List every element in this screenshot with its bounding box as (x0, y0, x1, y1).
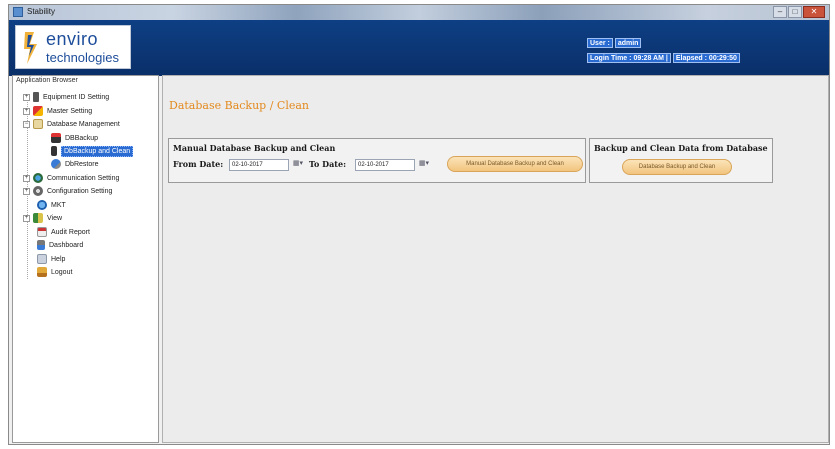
gear-icon (33, 186, 43, 196)
tree-item-label: DBBackup (65, 134, 99, 142)
separator: | (665, 55, 668, 62)
database-backup-icon (51, 133, 61, 143)
tree-item-label: Configuration Setting (47, 187, 113, 195)
application-browser: Application Browser + Equipment ID Setti… (12, 75, 159, 443)
tree-item-dashboard[interactable]: Dashboard (37, 239, 83, 251)
login-time-label: Login Time : (590, 55, 632, 62)
close-button[interactable]: ✕ (803, 6, 825, 18)
auto-backup-title: Backup and Clean Data from Database (594, 143, 768, 153)
master-setting-icon (33, 106, 43, 116)
elapsed-label: Elapsed : (675, 55, 707, 62)
tree-item-audit-report[interactable]: Audit Report (37, 226, 90, 238)
logo-text-enviro: enviro (46, 29, 99, 49)
database-clean-icon (51, 146, 57, 156)
tree-item-label: MKT (51, 201, 66, 209)
login-time: Login Time : 09:28 AM | (587, 53, 671, 63)
tree-item-label: Equipment ID Setting (43, 93, 110, 101)
browser-title: Application Browser (16, 77, 78, 84)
tree-item-master-setting[interactable]: + Master Setting (23, 105, 92, 117)
tree-item-equipment-id-setting[interactable]: + Equipment ID Setting (23, 91, 109, 103)
tree-item-configuration-setting[interactable]: + Configuration Setting (23, 185, 112, 197)
tree-item-label: DbRestore (65, 160, 99, 168)
window-controls: – □ ✕ (773, 6, 825, 18)
help-icon (37, 254, 47, 264)
expand-icon[interactable]: + (23, 93, 30, 101)
globe-icon (37, 200, 47, 210)
page-title: Database Backup / Clean (169, 99, 309, 112)
auto-backup-group: Backup and Clean Data from Database Data… (589, 138, 773, 183)
tree-item-label: Help (51, 255, 66, 263)
tree-item-label: Master Setting (47, 107, 93, 115)
from-calendar-icon[interactable]: ▦▾ (290, 159, 306, 171)
tree-item-logout[interactable]: Logout (37, 266, 72, 278)
expand-icon[interactable]: + (23, 174, 30, 182)
manual-backup-title: Manual Database Backup and Clean (173, 143, 336, 153)
from-date-input[interactable]: 02-10-2017 (229, 159, 289, 171)
to-date-input[interactable]: 02-10-2017 (355, 159, 415, 171)
tree-item-dbbackup[interactable]: DBBackup (51, 132, 98, 144)
elapsed-time: Elapsed : 00:29:50 (672, 53, 740, 63)
tree-item-view[interactable]: + View (23, 212, 62, 224)
database-backup-clean-button[interactable]: Database Backup and Clean (622, 159, 732, 175)
tree-item-label: Database Management (47, 120, 120, 128)
tree-item-label: Communication Setting (47, 174, 120, 182)
communication-icon (33, 173, 43, 183)
main-content: Database Backup / Clean Manual Database … (162, 75, 829, 443)
tree-item-dbbackup-and-clean[interactable]: DbBackup and Clean (51, 145, 134, 157)
title-bar[interactable]: Stability – □ ✕ (9, 5, 829, 20)
login-time-value: 09:28 AM (633, 55, 664, 62)
application-window: Stability – □ ✕ enviro technologies User… (8, 4, 830, 445)
tree-item-label: Audit Report (51, 228, 90, 236)
report-icon (37, 227, 47, 237)
expand-icon[interactable]: + (23, 187, 30, 195)
user-label: User : (587, 38, 613, 48)
app-icon (13, 7, 23, 17)
database-restore-icon (51, 159, 61, 169)
logo-text-technologies: technologies (46, 50, 119, 65)
equipment-icon (33, 92, 39, 102)
expand-icon[interactable]: + (23, 107, 30, 115)
dashboard-icon (37, 240, 45, 250)
manual-backup-clean-button[interactable]: Manual Database Backup and Clean (447, 156, 583, 172)
tree-item-dbrestore[interactable]: DbRestore (51, 158, 98, 170)
user-name: admin (614, 38, 642, 48)
collapse-icon[interactable]: − (23, 120, 30, 128)
folder-icon (33, 119, 43, 129)
window-title: Stability (27, 7, 56, 16)
maximize-button[interactable]: □ (788, 6, 802, 18)
user-info: User : admin Login Time : 09:28 AM | Elaps… (587, 38, 742, 68)
from-date-label: From Date: (173, 159, 224, 169)
minimize-button[interactable]: – (773, 6, 787, 18)
tree-item-label: Logout (51, 268, 73, 276)
to-calendar-icon[interactable]: ▦▾ (416, 159, 432, 171)
logo: enviro technologies (15, 25, 131, 69)
logo-bolt-icon (24, 32, 37, 64)
view-icon (33, 213, 43, 223)
tree-item-label: View (47, 214, 63, 222)
tree-item-help[interactable]: Help (37, 253, 65, 265)
logout-icon (37, 267, 47, 277)
tree-item-label-selected: DbBackup and Clean (61, 145, 134, 157)
elapsed-value: 00:29:50 (708, 55, 737, 62)
expand-icon[interactable]: + (23, 214, 30, 222)
app-header: enviro technologies User : admin Login Ti… (9, 20, 829, 76)
tree-item-label: Dashboard (49, 241, 84, 249)
tree-item-database-management[interactable]: − Database Management (23, 118, 120, 130)
manual-backup-group: Manual Database Backup and Clean From Da… (168, 138, 586, 183)
to-date-label: To Date: (309, 159, 347, 169)
tree-item-mkt[interactable]: MKT (37, 199, 66, 211)
tree-item-communication-setting[interactable]: + Communication Setting (23, 172, 119, 184)
